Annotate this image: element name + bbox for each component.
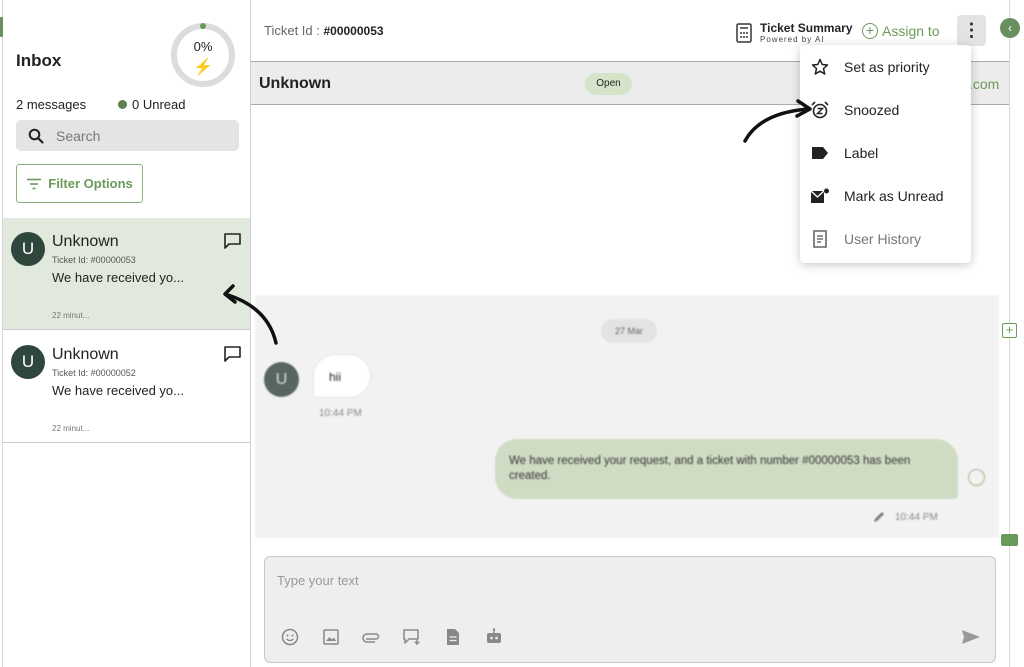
ticket-summary-text: Ticket Summary Powered by AI: [760, 21, 853, 44]
message-status-icon: [968, 469, 985, 486]
star-icon: [810, 57, 830, 77]
menu-item-user-history[interactable]: User History: [800, 217, 971, 260]
quick-reply-icon: [403, 629, 420, 645]
conversation-time: 22 minut...: [52, 311, 90, 320]
conversation-item[interactable]: U Unknown Ticket Id: #00000052 We have r…: [3, 331, 250, 443]
contact-link-tail[interactable]: .com: [969, 76, 999, 92]
app-root: ‹ Inbox 0% ⚡ 2 messages 0 Unread: [0, 0, 1024, 667]
menu-item-label: Label: [844, 145, 879, 161]
outgoing-message: We have received your request, and a tic…: [495, 439, 958, 499]
document-icon: [447, 629, 459, 645]
avatar: U: [264, 362, 299, 397]
annotation-arrow-icon: [223, 284, 278, 345]
menu-item-mark-as-unread[interactable]: Mark as Unread: [800, 174, 971, 217]
menu-item-label: Snoozed: [844, 102, 900, 118]
outgoing-message-meta: 10:44 PM: [872, 510, 938, 524]
send-icon: [962, 630, 980, 644]
menu-item-label: User History: [844, 231, 922, 247]
ticket-summary-button[interactable]: Ticket Summary Powered by AI: [736, 21, 853, 44]
message-composer: [264, 556, 996, 663]
unread-label: 0 Unread: [132, 97, 186, 112]
search-icon: [28, 128, 44, 144]
unread-dot-icon: [118, 100, 127, 109]
canned-response-button[interactable]: [401, 626, 423, 648]
label-icon: [810, 143, 830, 163]
conversation-item[interactable]: U Unknown Ticket Id: #00000053 We have r…: [3, 218, 250, 330]
image-button[interactable]: [320, 626, 342, 648]
avatar: U: [11, 232, 45, 266]
progress-ring: 0% ⚡: [169, 21, 237, 89]
more-options-button[interactable]: ⋮: [957, 15, 986, 46]
conversation-ticket-id: Ticket Id: #00000053: [52, 255, 136, 265]
conversation-time: 22 minut...: [52, 424, 90, 433]
outgoing-message-time: 10:44 PM: [895, 511, 938, 523]
search-box: [16, 120, 239, 151]
menu-item-label: Set as priority: [844, 59, 930, 75]
conversation-preview: We have received yo...: [52, 270, 184, 285]
rail-ticket-icon[interactable]: [1001, 534, 1018, 546]
send-button[interactable]: [959, 626, 983, 648]
image-icon: [323, 629, 339, 645]
incoming-message: hii: [313, 354, 371, 398]
conversation-ticket-id: Ticket Id: #00000052: [52, 368, 136, 378]
annotation-arrow-icon: [743, 99, 812, 143]
filter-icon: [27, 178, 42, 189]
add-circle-icon: +: [862, 23, 878, 39]
filter-options-label: Filter Options: [48, 176, 133, 191]
attachment-button[interactable]: [360, 626, 382, 648]
progress-ring-icon: [171, 23, 235, 87]
ticket-summary-title: Ticket Summary: [760, 21, 853, 35]
rail-add-icon[interactable]: +: [1002, 323, 1017, 338]
date-separator: 27 Mar: [601, 319, 657, 343]
message-count: 2 messages: [16, 97, 87, 112]
avatar: U: [11, 345, 45, 379]
emoji-icon: [281, 628, 299, 646]
robot-icon: [487, 628, 501, 643]
unread-count: 0 Unread: [118, 97, 185, 112]
calculator-icon: [736, 22, 752, 43]
conversation-preview: We have received yo...: [52, 383, 184, 398]
more-options-menu: Set as priority Snoozed Label Mark as Un…: [800, 45, 971, 263]
ticket-id-label: Ticket Id :: [264, 23, 324, 38]
status-badge[interactable]: Open: [585, 73, 632, 95]
collapse-right-icon[interactable]: ‹: [1000, 18, 1020, 38]
ticket-summary-subtitle: Powered by AI: [760, 35, 825, 44]
conversation-name: Unknown: [52, 346, 119, 363]
inbox-title: Inbox: [16, 51, 62, 70]
bot-button[interactable]: [483, 626, 505, 648]
assign-to-button[interactable]: + Assign to: [862, 23, 940, 39]
chat-area: 27 Mar U hii 10:44 PM We have received y…: [255, 295, 999, 538]
incoming-message-time: 10:44 PM: [319, 408, 362, 419]
conversation-name: Unknown: [52, 233, 119, 250]
ticket-id: Ticket Id : #00000053: [264, 23, 384, 38]
menu-item-label-tag[interactable]: Label: [800, 131, 971, 174]
message-input[interactable]: [277, 573, 927, 595]
ticket-id-value: #00000053: [323, 24, 384, 38]
menu-item-label: Mark as Unread: [844, 188, 944, 204]
menu-item-set-as-priority[interactable]: Set as priority: [800, 45, 971, 88]
edit-icon[interactable]: [872, 510, 886, 524]
menu-item-snoozed[interactable]: Snoozed: [800, 88, 971, 131]
assign-to-label: Assign to: [882, 23, 940, 39]
sidebar: Inbox 0% ⚡ 2 messages 0 Unread Search Fi…: [3, 0, 251, 667]
mark-unread-icon: [810, 186, 830, 206]
chat-bubble-icon: [224, 233, 241, 249]
attachment-icon: [362, 633, 380, 643]
history-icon: [810, 229, 830, 249]
conversation-header-name: Unknown: [259, 75, 331, 92]
search-input[interactable]: [56, 127, 216, 144]
progress-percent: 0%: [193, 39, 213, 54]
document-button[interactable]: [442, 626, 464, 648]
emoji-button[interactable]: [279, 626, 301, 648]
bolt-icon: ⚡: [193, 59, 213, 76]
filter-options-button[interactable]: Filter Options: [16, 164, 143, 203]
